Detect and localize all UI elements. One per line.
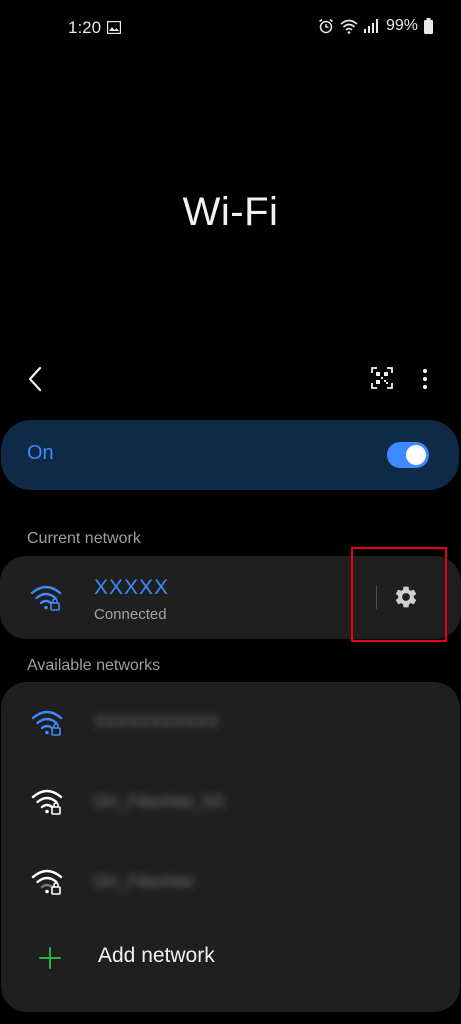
- more-options-icon[interactable]: [414, 366, 436, 392]
- current-network-label: Current network: [27, 530, 141, 547]
- page-title: Wi-Fi: [182, 190, 279, 234]
- qr-scan-icon[interactable]: [370, 366, 394, 390]
- alarm-icon: [319, 18, 333, 34]
- plus-icon: [39, 947, 61, 969]
- wifi-locked-icon: [30, 585, 62, 611]
- available-networks-card: XXXXXXXXXXX DH_FiberNet_5G DH_FiberNet A: [1, 682, 460, 1012]
- status-icons: 99%: [318, 17, 433, 35]
- wifi-locked-icon: [31, 789, 63, 815]
- wifi-locked-icon: [31, 869, 63, 895]
- network-name: DH_FiberNet_5G: [94, 792, 226, 811]
- network-name: DH_FiberNet: [94, 872, 194, 891]
- current-network-status: Connected: [94, 606, 167, 623]
- wifi-toggle-bar[interactable]: On: [1, 420, 459, 490]
- wifi-locked-icon: [31, 710, 63, 736]
- wifi-toggle-label: On: [27, 442, 54, 464]
- back-icon[interactable]: [22, 364, 50, 394]
- toggle-knob: [406, 445, 426, 465]
- battery-icon: [424, 18, 433, 34]
- status-time: 1:20: [68, 18, 102, 37]
- gallery-icon: [107, 21, 121, 34]
- add-network-label: Add network: [98, 944, 215, 967]
- wifi-toggle-switch[interactable]: [387, 442, 429, 468]
- wifi-status-icon: [340, 19, 358, 34]
- battery-percent: 99%: [385, 17, 418, 34]
- current-network-name: XXXXX: [94, 576, 170, 599]
- available-networks-label: Available networks: [27, 657, 161, 674]
- signal-icon: [363, 19, 378, 33]
- highlight-box: [351, 547, 447, 642]
- network-name: XXXXXXXXXXX: [94, 712, 219, 731]
